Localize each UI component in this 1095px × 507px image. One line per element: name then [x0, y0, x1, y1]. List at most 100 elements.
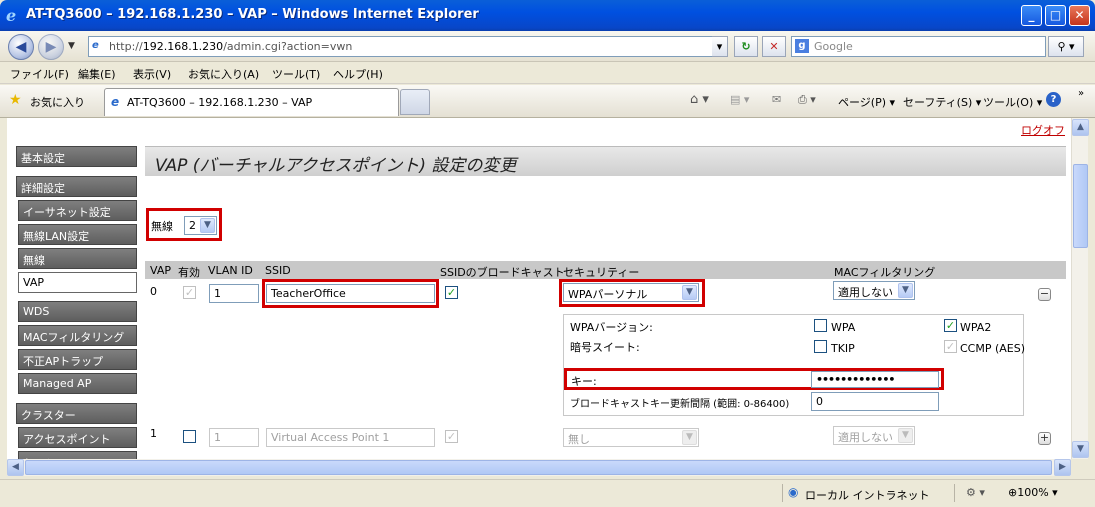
vertical-scroll-thumb[interactable] — [1073, 164, 1088, 248]
stop-icon[interactable]: ✕ — [762, 36, 786, 57]
wpa2-checkbox[interactable]: ✓ — [944, 319, 957, 332]
sidebar-item-cluster[interactable]: クラスター — [16, 403, 137, 424]
row0-security-select[interactable]: WPAパーソナル ▼ — [563, 283, 699, 302]
search-input[interactable]: g Google — [791, 36, 1046, 57]
tkip-label: TKIP — [831, 342, 855, 355]
row1-broadcast-checkbox[interactable]: ✓ — [445, 430, 458, 443]
row1-mac-select[interactable]: 適用しない ▼ — [833, 426, 915, 445]
history-dropdown-icon[interactable]: ▼ — [68, 41, 75, 51]
status-bar: ◉ ローカル イントラネット ⚙ ▾ ⊕100% ▾ — [0, 479, 1095, 507]
row1-expand-icon[interactable]: + — [1038, 432, 1051, 445]
row1-vlan-input[interactable]: 1 — [209, 428, 259, 447]
refresh-icon[interactable]: ↻ — [734, 36, 758, 57]
sidebar-item-wds[interactable]: WDS — [18, 301, 137, 322]
row1-vap: 1 — [150, 427, 157, 440]
maximize-button[interactable]: □ — [1045, 5, 1066, 26]
rekey-label: ブロードキャストキー更新間隔 (範囲: 0-86400) — [570, 399, 790, 410]
address-dropdown-button[interactable]: ▾ — [712, 36, 728, 57]
close-button[interactable]: ✕ — [1069, 5, 1090, 26]
safety-menu[interactable]: セーフティ(S) ▾ — [903, 94, 981, 110]
tools-menu[interactable]: ツール(O) ▾ — [983, 94, 1042, 110]
wpa2-label: WPA2 — [960, 321, 992, 334]
sidebar-item-radio[interactable]: 無線 — [18, 248, 137, 269]
row1-security-select[interactable]: 無し ▼ — [563, 428, 699, 447]
wpa-checkbox[interactable] — [814, 319, 827, 332]
minimize-button[interactable]: _ — [1021, 5, 1042, 26]
scroll-up-icon[interactable]: ▲ — [1072, 119, 1089, 136]
mail-icon[interactable]: ✉ — [772, 93, 781, 106]
horizontal-scrollbar[interactable]: ◀ ▶ — [7, 459, 1071, 476]
help-icon[interactable]: ? — [1046, 92, 1061, 107]
scroll-down-icon[interactable]: ▼ — [1072, 441, 1089, 458]
radio-label: 無線 — [151, 220, 173, 233]
title-bar: e AT-TQ3600 – 192.168.1.230 – VAP – Wind… — [0, 0, 1095, 31]
print-icon[interactable]: ⎙ ▾ — [798, 93, 816, 107]
page-title: VAP (バーチャルアクセスポイント) 設定の変更 — [155, 156, 517, 176]
sidebar-item-access-point[interactable]: アクセスポイント — [18, 427, 137, 448]
row0-ssid-input[interactable]: TeacherOffice — [266, 284, 435, 303]
favorites-button[interactable]: お気に入り — [30, 94, 85, 110]
scroll-right-icon[interactable]: ▶ — [1054, 459, 1071, 476]
sidebar-item-mac-filter[interactable]: MACフィルタリング — [18, 325, 137, 346]
key-input[interactable]: ••••••••••••• — [811, 371, 939, 388]
key-label: キー: — [571, 375, 597, 388]
horizontal-scroll-thumb[interactable] — [25, 460, 1052, 475]
row1-ssid-input[interactable]: Virtual Access Point 1 — [266, 428, 435, 447]
protected-mode-icon[interactable]: ⚙ ▾ — [966, 486, 985, 499]
row1-enabled-checkbox[interactable] — [183, 430, 196, 443]
menu-help[interactable]: ヘルプ(H) — [333, 66, 383, 82]
wpa-version-label: WPAバージョン: — [570, 321, 653, 334]
google-icon: g — [795, 39, 809, 53]
tab-title: AT-TQ3600 – 192.168.1.230 – VAP — [127, 96, 313, 109]
zoom-control[interactable]: ⊕100% ▾ — [1008, 486, 1058, 499]
forward-button[interactable]: ▶ — [38, 34, 64, 60]
window-title: AT-TQ3600 – 192.168.1.230 – VAP – Window… — [26, 7, 479, 22]
search-icon[interactable]: ⚲ ▾ — [1048, 36, 1084, 57]
cipher-label: 暗号スイート: — [570, 341, 640, 354]
sidebar-item-wlan[interactable]: 無線LAN設定 — [18, 224, 137, 245]
col-broadcast: SSIDのブロードキャスト — [440, 266, 565, 279]
page-menu[interactable]: ページ(P) ▾ — [838, 94, 895, 110]
sidebar-item-vap[interactable]: VAP — [18, 272, 137, 293]
security-zone-label: ローカル イントラネット — [805, 489, 930, 502]
feeds-icon[interactable]: ▤ ▾ — [730, 93, 749, 106]
menu-favorites[interactable]: お気に入り(A) — [188, 66, 259, 82]
menu-tools[interactable]: ツール(T) — [272, 66, 320, 82]
row0-collapse-icon[interactable]: − — [1038, 288, 1051, 301]
rekey-input[interactable]: 0 — [811, 392, 939, 411]
sidebar-item-ethernet[interactable]: イーサネット設定 — [18, 200, 137, 221]
ccmp-checkbox[interactable]: ✓ — [944, 340, 957, 353]
page-heading-bar: VAP (バーチャルアクセスポイント) 設定の変更 — [145, 146, 1066, 176]
sidebar-item-session[interactable]: セッション — [18, 451, 137, 459]
address-input[interactable]: e http://192.168.1.230/admin.cgi?action=… — [88, 36, 728, 57]
sidebar-item-rogue-ap[interactable]: 不正APトラップ — [18, 349, 137, 370]
star-icon: ★ — [9, 92, 22, 108]
tab-page-icon: e — [111, 95, 120, 109]
menu-view[interactable]: 表示(V) — [133, 66, 171, 82]
radio-select[interactable]: 2 ▼ — [184, 216, 217, 235]
sidebar-item-advanced[interactable]: 詳細設定 — [16, 176, 137, 197]
row0-enabled-checkbox[interactable]: ✓ — [183, 286, 196, 299]
sidebar-item-basic[interactable]: 基本設定 — [16, 146, 137, 167]
back-button[interactable]: ◀ — [8, 34, 34, 60]
intranet-zone-icon: ◉ — [788, 485, 799, 499]
ie-icon: e — [6, 6, 17, 25]
scroll-left-icon[interactable]: ◀ — [7, 459, 24, 476]
ccmp-label: CCMP (AES) — [960, 342, 1026, 355]
row0-mac-select[interactable]: 適用しない ▼ — [833, 281, 915, 300]
col-mac-filter: MACフィルタリング — [834, 266, 936, 279]
more-chevron-icon[interactable]: » — [1078, 88, 1084, 99]
vertical-scrollbar[interactable]: ▲ ▼ — [1071, 118, 1089, 459]
menu-file[interactable]: ファイル(F) — [10, 66, 69, 82]
sidebar-item-managed-ap[interactable]: Managed AP — [18, 373, 137, 394]
new-tab-button[interactable] — [400, 89, 430, 115]
menu-edit[interactable]: 編集(E) — [78, 66, 116, 82]
logoff-link[interactable]: ログオフ — [1021, 122, 1065, 138]
wpa-label: WPA — [831, 321, 856, 334]
home-icon[interactable]: ⌂ ▾ — [690, 92, 709, 107]
row0-broadcast-checkbox[interactable]: ✓ — [445, 286, 458, 299]
page-content: ログオフ 基本設定 詳細設定 イーサネット設定 無線LAN設定 無線 VAP W… — [7, 118, 1071, 459]
tkip-checkbox[interactable] — [814, 340, 827, 353]
tab-vap[interactable]: e AT-TQ3600 – 192.168.1.230 – VAP — [104, 88, 399, 116]
row0-vlan-input[interactable]: 1 — [209, 284, 259, 303]
